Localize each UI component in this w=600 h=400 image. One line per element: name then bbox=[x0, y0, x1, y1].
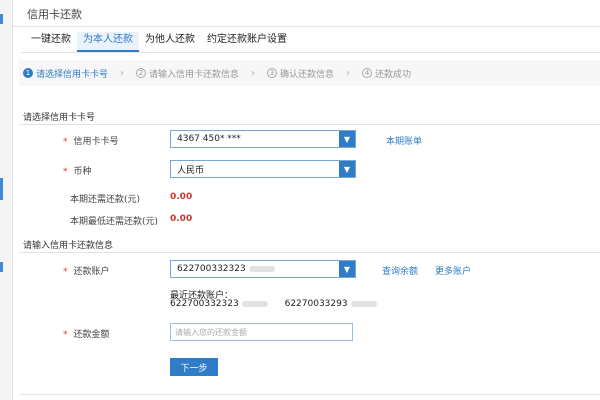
repayment-panel: 信用卡还款 一键还款 为本人还款 为他人还款 约定还款账户设置 1 请选择信用卡… bbox=[12, 0, 600, 400]
step-number: 2 bbox=[136, 68, 147, 78]
more-accounts-link[interactable]: 更多账户 bbox=[435, 264, 471, 277]
step-number: 3 bbox=[267, 68, 278, 78]
repay-account-select[interactable]: 622700332323 ▼ bbox=[170, 260, 356, 278]
due-amount-value: 0.00 bbox=[170, 192, 193, 202]
section-divider bbox=[19, 252, 600, 253]
due-amount-label: 本期还需还款(元) bbox=[70, 195, 141, 205]
step-indicator: 1 请选择信用卡卡号 › 2 请输入信用卡还款信息 › 3 确认还款信息 › 4… bbox=[19, 60, 600, 86]
chevron-right-icon: › bbox=[251, 67, 256, 79]
masked-digits bbox=[350, 300, 377, 307]
step-2: 2 请输入信用卡还款信息 bbox=[136, 67, 239, 80]
recent-account-2[interactable]: 62270033293 bbox=[285, 299, 348, 309]
step-3: 3 确认还款信息 bbox=[267, 67, 334, 80]
section-divider bbox=[19, 124, 600, 125]
card-number-label: * 信用卡卡号 bbox=[63, 137, 119, 147]
required-marker: * bbox=[63, 137, 68, 147]
step-label: 请选择信用卡卡号 bbox=[36, 69, 109, 80]
side-accent-top bbox=[0, 14, 3, 24]
next-step-button[interactable]: 下一步 bbox=[170, 358, 218, 376]
required-marker: * bbox=[63, 167, 68, 177]
footer-divider bbox=[19, 394, 600, 395]
side-accent-middle bbox=[0, 178, 3, 200]
repay-amount-label: * 还款金额 bbox=[63, 330, 110, 340]
step-number: 1 bbox=[23, 68, 33, 78]
recent-accounts-list: 622700332323 62270033293 bbox=[170, 299, 377, 309]
step-number: 4 bbox=[362, 68, 373, 78]
panel-header: 信用卡还款 bbox=[13, 0, 600, 27]
chevron-right-icon: › bbox=[120, 67, 125, 79]
currency-label: * 币种 bbox=[63, 167, 92, 177]
step-label: 确认还款信息 bbox=[280, 69, 335, 80]
statement-link[interactable]: 本期账单 bbox=[386, 134, 422, 147]
tab-scheduled-account-settings[interactable]: 约定还款账户设置 bbox=[201, 32, 293, 52]
required-marker: * bbox=[63, 267, 68, 277]
step-1: 1 请选择信用卡卡号 bbox=[23, 67, 108, 80]
tab-one-click-repay[interactable]: 一键还款 bbox=[25, 32, 77, 52]
tab-repay-others[interactable]: 为他人还款 bbox=[139, 32, 201, 52]
check-balance-link[interactable]: 查询余额 bbox=[382, 264, 418, 277]
repay-amount-input[interactable] bbox=[170, 323, 353, 341]
chevron-right-icon: › bbox=[346, 67, 351, 79]
card-number-select[interactable]: 4367 450* *** ▼ bbox=[170, 130, 356, 148]
tabs-divider bbox=[21, 52, 600, 53]
page-title: 信用卡还款 bbox=[27, 8, 82, 21]
chevron-down-icon: ▼ bbox=[339, 161, 355, 177]
currency-value: 人民币 bbox=[177, 165, 205, 176]
repay-account-value: 622700332323 bbox=[171, 264, 339, 274]
tab-repay-self[interactable]: 为本人还款 bbox=[77, 32, 139, 52]
masked-digits bbox=[248, 265, 275, 272]
card-number-value: 4367 450* *** bbox=[177, 134, 241, 144]
masked-digits bbox=[241, 300, 268, 307]
recent-account-1[interactable]: 622700332323 bbox=[170, 299, 239, 309]
min-due-label: 本期最低还需还款(元) bbox=[70, 217, 159, 227]
side-accent-bottom bbox=[0, 262, 3, 272]
chevron-down-icon: ▼ bbox=[339, 261, 355, 277]
section-title-repay-info: 请输入信用卡还款信息 bbox=[23, 241, 114, 251]
tab-bar: 一键还款 为本人还款 为他人还款 约定还款账户设置 bbox=[25, 32, 293, 52]
currency-select[interactable]: 人民币 ▼ bbox=[170, 160, 356, 178]
repay-account-label: * 还款账户 bbox=[63, 267, 110, 277]
step-label: 请输入信用卡还款信息 bbox=[149, 69, 240, 80]
step-4: 4 还款成功 bbox=[362, 67, 411, 80]
min-due-value: 0.00 bbox=[170, 214, 193, 224]
chevron-down-icon: ▼ bbox=[339, 131, 355, 147]
step-label: 还款成功 bbox=[375, 69, 412, 80]
section-title-select-card: 请选择信用卡卡号 bbox=[23, 113, 96, 123]
required-marker: * bbox=[63, 330, 68, 340]
